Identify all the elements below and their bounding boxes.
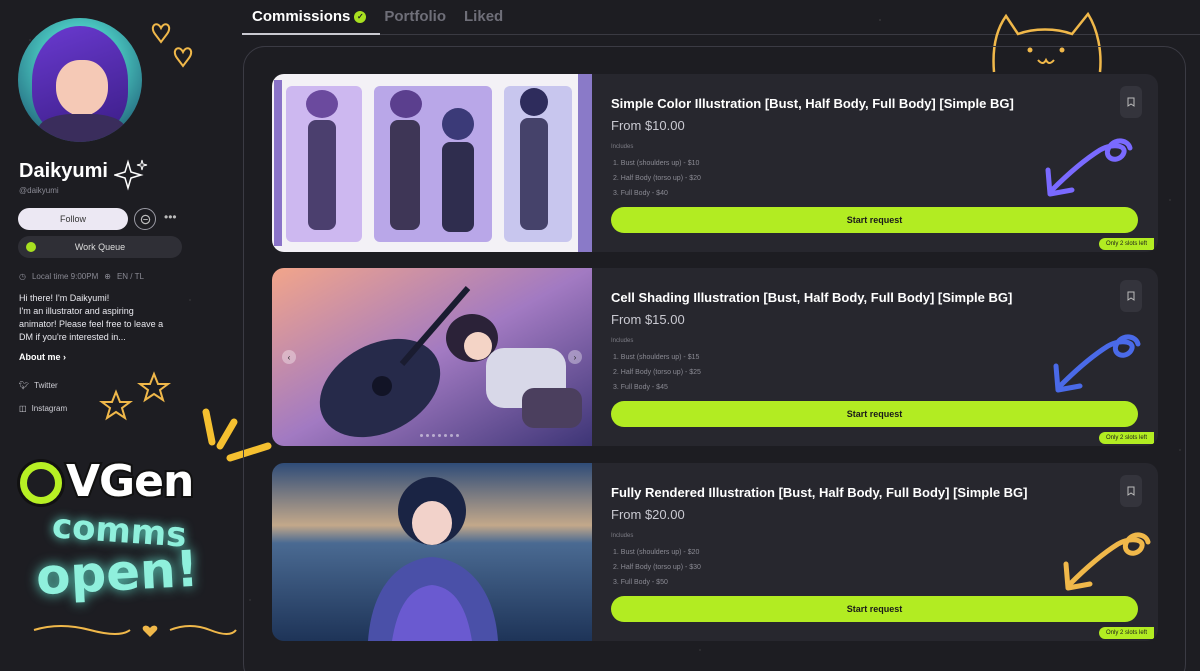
list-item: 1. Bust (shoulders up) - $15 <box>613 354 700 361</box>
commission-title: Cell Shading Illustration [Bust, Half Bo… <box>611 290 1013 305</box>
commission-price: From $20.00 <box>611 507 685 522</box>
globe-icon: ⊕ <box>104 272 111 281</box>
list-item: 2. Half Body (torso up) - $25 <box>613 369 701 376</box>
includes-label: Includes <box>611 338 634 344</box>
slots-badge: Only 2 slots left <box>1098 432 1154 444</box>
tab-commissions[interactable]: Commissions ✓ <box>252 8 367 25</box>
check-icon: ✓ <box>354 10 367 23</box>
profile-tabs: Commissions ✓ Portfolio Liked <box>252 8 503 25</box>
includes-list: 1. Bust (shoulders up) - $15 2. Half Bod… <box>613 350 701 395</box>
social-label: Instagram <box>31 404 68 413</box>
list-item: 1. Bust (shoulders up) - $20 <box>613 549 700 556</box>
start-request-button[interactable]: Start request <box>611 401 1138 427</box>
commission-image-fully-rendered[interactable] <box>272 463 592 641</box>
message-button[interactable] <box>134 208 156 230</box>
about-me-link[interactable]: About me › <box>19 352 66 362</box>
commission-card[interactable]: Fully Rendered Illustration [Bust, Half … <box>272 463 1158 641</box>
commission-card[interactable]: ‹ › Cell Shading Illustration [Bust, Hal… <box>272 268 1158 446</box>
commission-image-cell-shading[interactable] <box>272 268 592 446</box>
carousel-dots <box>420 434 459 437</box>
languages: EN / TL <box>116 272 144 281</box>
commission-price: From $10.00 <box>611 118 685 133</box>
bookmark-icon <box>1127 97 1135 107</box>
bookmark-button[interactable] <box>1120 86 1142 118</box>
commission-title: Fully Rendered Illustration [Bust, Half … <box>611 485 1028 500</box>
list-item: 3. Full Body - $45 <box>613 384 668 391</box>
includes-list: 1. Bust (shoulders up) - $10 2. Half Bod… <box>613 156 701 201</box>
commission-card[interactable]: Simple Color Illustration [Bust, Half Bo… <box>272 74 1158 252</box>
tabs-divider <box>242 34 1200 35</box>
includes-label: Includes <box>611 533 634 539</box>
commission-image-simple[interactable] <box>272 74 592 252</box>
social-label: Twitter <box>34 381 58 390</box>
chat-icon <box>140 214 150 224</box>
bookmark-icon <box>1127 486 1135 496</box>
work-queue-button[interactable]: Work Queue <box>18 236 182 258</box>
profile-name: Daikyumi <box>19 160 108 182</box>
local-time: Local time 9:00PM <box>31 272 99 281</box>
tab-portfolio[interactable]: Portfolio <box>384 8 446 25</box>
tab-label: Commissions <box>252 8 351 25</box>
list-item: 2. Half Body (torso up) - $30 <box>613 564 701 571</box>
vgen-logo: VGen <box>64 454 196 509</box>
more-options-button[interactable]: ••• <box>164 210 177 224</box>
list-item: 3. Full Body - $50 <box>613 579 668 586</box>
tab-liked[interactable]: Liked <box>464 8 503 25</box>
active-tab-indicator <box>242 33 380 35</box>
carousel-next-button[interactable]: › <box>568 350 582 364</box>
clock-icon: ◷ <box>19 272 26 281</box>
profile-bio: Hi there! I'm Daikyumi! I'm an illustrat… <box>19 293 164 342</box>
profile-sidebar: Daikyumi @daikyumi Follow ••• Work Queue… <box>0 0 272 671</box>
profile-handle: @daikyumi <box>19 186 59 195</box>
twitter-icon: 🐦︎ <box>19 381 30 390</box>
squiggle-heart-doodle <box>33 625 237 637</box>
list-item: 2. Half Body (torso up) - $20 <box>613 175 701 182</box>
work-queue-label: Work Queue <box>74 242 126 252</box>
follow-button[interactable]: Follow <box>18 208 128 230</box>
list-item: 3. Full Body - $40 <box>613 190 668 197</box>
list-item: 1. Bust (shoulders up) - $10 <box>613 160 700 167</box>
commission-price: From $15.00 <box>611 312 685 327</box>
queue-status-icon <box>26 242 36 252</box>
instagram-icon: ◫ <box>19 404 27 413</box>
slots-badge: Only 2 slots left <box>1098 238 1154 250</box>
vgen-logo-icon <box>20 462 62 504</box>
social-link-instagram[interactable]: ◫ Instagram <box>19 404 67 413</box>
sparkle-doodle <box>114 159 148 191</box>
start-request-button[interactable]: Start request <box>611 596 1138 622</box>
bookmark-icon <box>1127 291 1135 301</box>
profile-meta: ◷ Local time 9:00PM ⊕ EN / TL <box>19 272 144 281</box>
carousel-prev-button[interactable]: ‹ <box>282 350 296 364</box>
start-request-button[interactable]: Start request <box>611 207 1138 233</box>
bookmark-button[interactable] <box>1120 280 1142 312</box>
commission-title: Simple Color Illustration [Bust, Half Bo… <box>611 96 1014 111</box>
slots-badge: Only 2 slots left <box>1098 627 1154 639</box>
stars-doodle <box>99 371 171 421</box>
avatar[interactable] <box>18 18 142 142</box>
includes-list: 1. Bust (shoulders up) - $20 2. Half Bod… <box>613 545 701 590</box>
open-heading: open! <box>34 539 200 607</box>
social-link-twitter[interactable]: 🐦︎ Twitter <box>19 381 58 390</box>
includes-label: Includes <box>611 144 634 150</box>
hearts-doodle <box>151 23 193 68</box>
bookmark-button[interactable] <box>1120 475 1142 507</box>
